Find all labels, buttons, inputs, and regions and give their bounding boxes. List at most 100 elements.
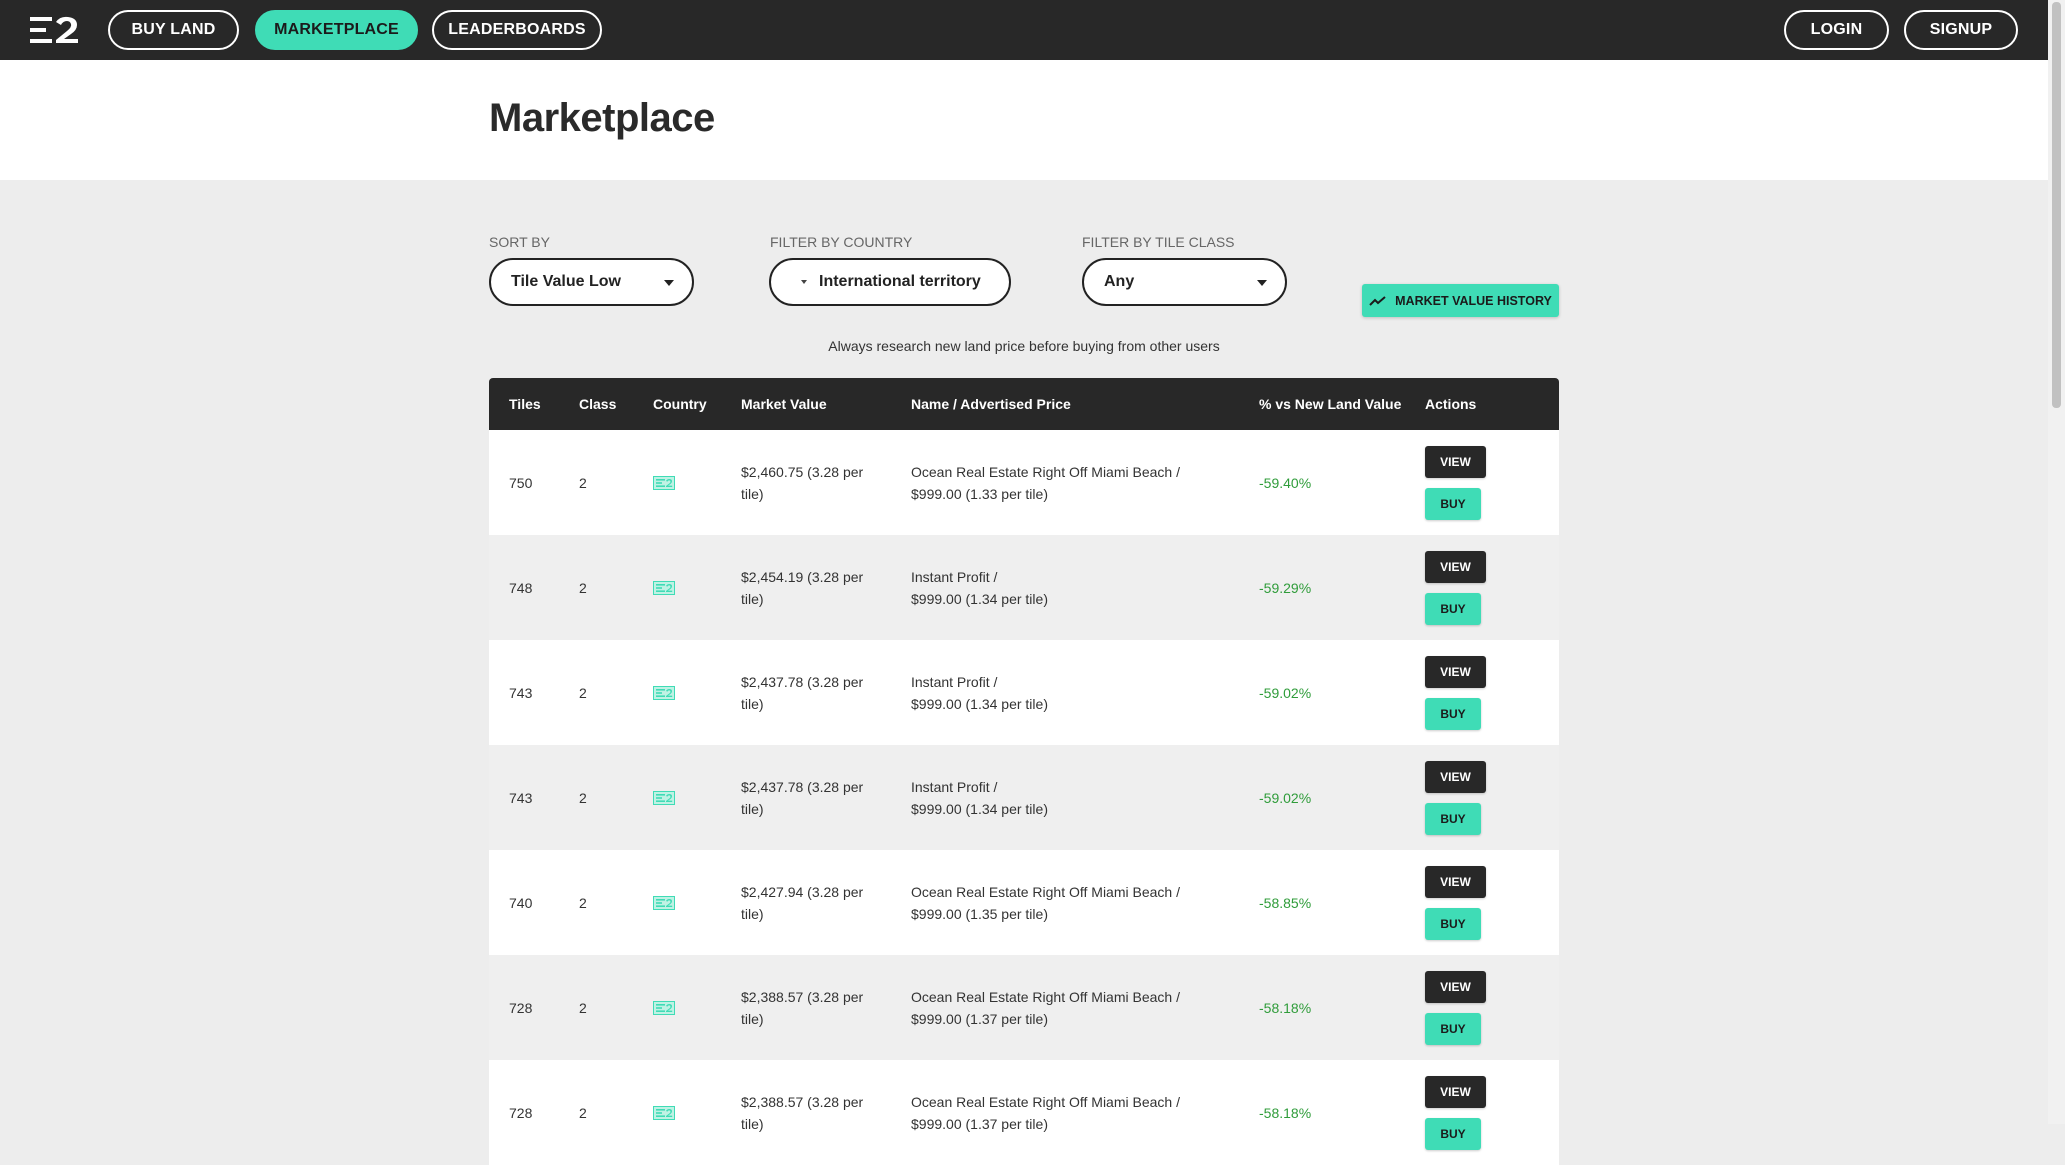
advertised-price: $999.00 (1.34 per tile) (911, 800, 1048, 817)
cell-actions: VIEW BUY (1425, 640, 1486, 745)
table-row: 743 2 $2,437.78 (3.28 per tile) Instant Prof… (489, 745, 1559, 850)
buy-button[interactable]: BUY (1425, 697, 1481, 730)
listing-name: Instant Profit / (911, 568, 998, 585)
page-title: Marketplace (489, 96, 715, 140)
cell-class: 2 (579, 579, 587, 596)
cell-pct-vs-new: -58.18% (1259, 999, 1312, 1016)
market-value-line2: tile) (741, 1010, 764, 1027)
cell-name-price: Ocean Real Estate Right Off Miami Beach … (911, 1060, 1201, 1165)
advertised-price: $999.00 (1.34 per tile) (911, 695, 1048, 712)
market-value-line1: $2,388.57 (3.28 per (741, 988, 864, 1005)
cell-actions: VIEW BUY (1425, 1060, 1486, 1165)
cell-name-price: Instant Profit / $999.00 (1.34 per tile) (911, 745, 1201, 850)
filter-country-value: International territory (819, 273, 981, 290)
header-pct-vs-new[interactable]: % vs New Land Value (1259, 378, 1401, 430)
sort-by-select[interactable]: Tile Value Low (489, 258, 694, 306)
view-button[interactable]: VIEW (1425, 550, 1486, 583)
listing-name: Ocean Real Estate Right Off Miami Beach … (911, 463, 1180, 480)
filter-tile-class-select[interactable]: Any (1082, 258, 1287, 306)
cell-pct-vs-new: -59.02% (1259, 684, 1312, 701)
header-market-value[interactable]: Market Value (741, 378, 827, 430)
scrollbar-thumb[interactable] (2052, 2, 2061, 408)
cell-class: 2 (579, 999, 587, 1016)
buy-button[interactable]: BUY (1425, 592, 1481, 625)
cell-class: 2 (579, 789, 587, 806)
market-value-line1: $2,427.94 (3.28 per (741, 883, 864, 900)
advertised-price: $999.00 (1.35 per tile) (911, 905, 1048, 922)
market-value-line2: tile) (741, 590, 764, 607)
market-value-history-button[interactable]: MARKET VALUE HISTORY (1362, 284, 1559, 317)
international-territory-flag-icon (653, 1000, 675, 1015)
buy-button[interactable]: BUY (1425, 907, 1481, 940)
cell-tiles: 750 (509, 474, 533, 491)
cell-pct-vs-new: -59.29% (1259, 579, 1312, 596)
cell-actions: VIEW BUY (1425, 850, 1486, 955)
buy-button[interactable]: BUY (1425, 1117, 1481, 1150)
e2-logo-icon[interactable] (30, 16, 80, 44)
signup-button[interactable]: SIGNUP (1904, 10, 2018, 50)
cell-market-value: $2,388.57 (3.28 per tile) (741, 955, 876, 1060)
login-button[interactable]: LOGIN (1784, 10, 1889, 50)
listing-name: Ocean Real Estate Right Off Miami Beach … (911, 988, 1180, 1005)
cell-actions: VIEW BUY (1425, 535, 1486, 640)
chevron-down-icon (1257, 280, 1267, 286)
cell-country (653, 850, 675, 955)
cell-market-value: $2,437.78 (3.28 per tile) (741, 640, 876, 745)
view-button[interactable]: VIEW (1425, 760, 1486, 793)
cell-tiles: 728 (509, 999, 533, 1016)
filter-country-select[interactable]: International territory (769, 258, 1011, 306)
marketplace-table: Tiles Class Country Market Value Name / … (489, 378, 1559, 1165)
buy-button[interactable]: BUY (1425, 1012, 1481, 1045)
international-territory-flag-icon (653, 580, 675, 595)
cell-market-value: $2,427.94 (3.28 per tile) (741, 850, 876, 955)
cell-name-price: Instant Profit / $999.00 (1.34 per tile) (911, 640, 1201, 745)
view-button[interactable]: VIEW (1425, 865, 1486, 898)
market-value-line1: $2,388.57 (3.28 per (741, 1093, 864, 1110)
cell-market-value: $2,388.57 (3.28 per tile) (741, 1060, 876, 1165)
view-button[interactable]: VIEW (1425, 655, 1486, 688)
buy-button[interactable]: BUY (1425, 487, 1481, 520)
header-name-price[interactable]: Name / Advertised Price (911, 378, 1071, 430)
market-value-line1: $2,437.78 (3.28 per (741, 778, 864, 795)
filter-tile-class-value: Any (1104, 273, 1135, 290)
research-notice: Always research new land price before bu… (828, 338, 1220, 354)
market-value-line2: tile) (741, 905, 764, 922)
cell-country (653, 955, 675, 1060)
cell-pct-vs-new: -59.40% (1259, 474, 1312, 491)
marketplace-nav-button[interactable]: MARKETPLACE (255, 10, 418, 50)
sort-by-value: Tile Value Low (511, 273, 621, 290)
market-value-line1: $2,437.78 (3.28 per (741, 673, 864, 690)
header-class[interactable]: Class (579, 378, 616, 430)
cell-tiles: 728 (509, 1104, 533, 1121)
international-territory-flag-icon (653, 475, 675, 490)
country-dropdown-icon (801, 280, 807, 284)
table-row: 743 2 $2,437.78 (3.28 per tile) Instant Prof… (489, 640, 1559, 745)
cell-actions: VIEW BUY (1425, 955, 1486, 1060)
view-button[interactable]: VIEW (1425, 1075, 1486, 1108)
buy-button[interactable]: BUY (1425, 802, 1481, 835)
listing-name: Instant Profit / (911, 673, 998, 690)
listing-name: Instant Profit / (911, 778, 998, 795)
cell-class: 2 (579, 894, 587, 911)
header-country[interactable]: Country (653, 378, 707, 430)
view-button[interactable]: VIEW (1425, 445, 1486, 478)
cell-name-price: Instant Profit / $999.00 (1.34 per tile) (911, 535, 1201, 640)
international-territory-flag-icon (653, 895, 675, 910)
cell-country (653, 430, 675, 535)
cell-tiles: 748 (509, 579, 533, 596)
view-button[interactable]: VIEW (1425, 970, 1486, 1003)
header-actions: Actions (1425, 396, 1477, 412)
cell-name-price: Ocean Real Estate Right Off Miami Beach … (911, 955, 1201, 1060)
table-body: 750 2 $2,460.75 (3.28 per tile) Ocean Real E… (489, 430, 1559, 1165)
market-value-line2: tile) (741, 695, 764, 712)
cell-market-value: $2,437.78 (3.28 per tile) (741, 745, 876, 850)
buy-land-nav-button[interactable]: BUY LAND (108, 10, 239, 50)
listing-name: Ocean Real Estate Right Off Miami Beach … (911, 883, 1180, 900)
header-tiles[interactable]: Tiles (509, 378, 541, 430)
chevron-down-icon (664, 280, 674, 286)
market-value-line1: $2,460.75 (3.28 per (741, 463, 864, 480)
leaderboards-nav-button[interactable]: LEADERBOARDS (432, 10, 602, 50)
cell-country (653, 535, 675, 640)
cell-actions: VIEW BUY (1425, 745, 1486, 850)
international-territory-flag-icon (653, 685, 675, 700)
